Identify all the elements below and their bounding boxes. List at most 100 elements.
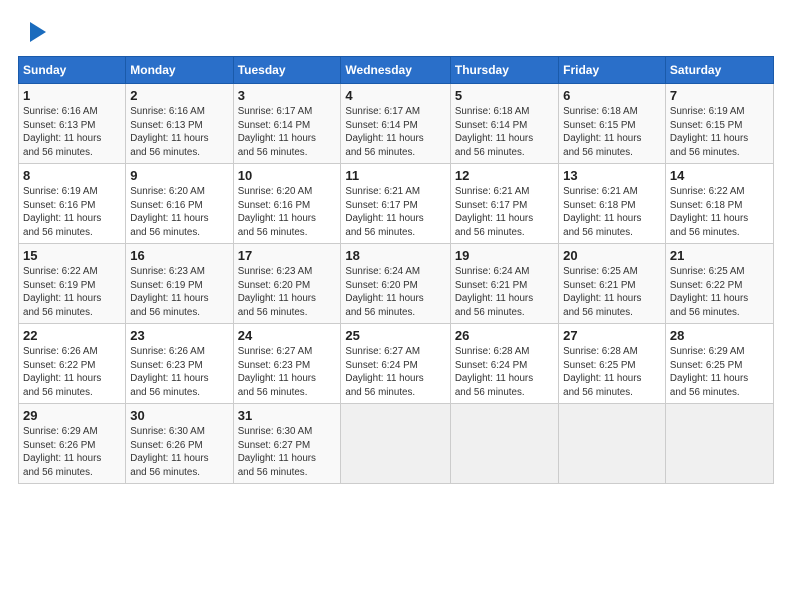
day-info: Sunrise: 6:18 AMSunset: 6:14 PMDaylight:… (455, 106, 533, 158)
day-info: Sunrise: 6:23 AMSunset: 6:19 PMDaylight:… (130, 266, 208, 318)
calendar-cell: 9 Sunrise: 6:20 AMSunset: 6:16 PMDayligh… (126, 164, 233, 244)
day-number: 26 (455, 328, 554, 343)
day-info: Sunrise: 6:22 AMSunset: 6:19 PMDaylight:… (23, 266, 101, 318)
day-info: Sunrise: 6:28 AMSunset: 6:24 PMDaylight:… (455, 346, 533, 398)
day-header-friday: Friday (559, 57, 666, 84)
calendar-week-row: 29 Sunrise: 6:29 AMSunset: 6:26 PMDaylig… (19, 404, 774, 484)
day-info: Sunrise: 6:30 AMSunset: 6:26 PMDaylight:… (130, 426, 208, 478)
calendar-cell: 31 Sunrise: 6:30 AMSunset: 6:27 PMDaylig… (233, 404, 341, 484)
calendar-cell: 30 Sunrise: 6:30 AMSunset: 6:26 PMDaylig… (126, 404, 233, 484)
calendar-cell: 17 Sunrise: 6:23 AMSunset: 6:20 PMDaylig… (233, 244, 341, 324)
day-number: 2 (130, 88, 228, 103)
day-info: Sunrise: 6:19 AMSunset: 6:15 PMDaylight:… (670, 106, 748, 158)
calendar-cell: 22 Sunrise: 6:26 AMSunset: 6:22 PMDaylig… (19, 324, 126, 404)
calendar: SundayMondayTuesdayWednesdayThursdayFrid… (18, 56, 774, 484)
day-number: 30 (130, 408, 228, 423)
day-header-thursday: Thursday (450, 57, 558, 84)
calendar-cell: 21 Sunrise: 6:25 AMSunset: 6:22 PMDaylig… (665, 244, 773, 324)
calendar-cell: 5 Sunrise: 6:18 AMSunset: 6:14 PMDayligh… (450, 84, 558, 164)
day-number: 17 (238, 248, 337, 263)
day-number: 7 (670, 88, 769, 103)
day-number: 22 (23, 328, 121, 343)
day-number: 29 (23, 408, 121, 423)
day-info: Sunrise: 6:22 AMSunset: 6:18 PMDaylight:… (670, 186, 748, 238)
day-number: 23 (130, 328, 228, 343)
day-number: 10 (238, 168, 337, 183)
day-info: Sunrise: 6:16 AMSunset: 6:13 PMDaylight:… (130, 106, 208, 158)
calendar-cell (665, 404, 773, 484)
day-number: 4 (345, 88, 445, 103)
day-number: 12 (455, 168, 554, 183)
day-number: 6 (563, 88, 661, 103)
day-info: Sunrise: 6:18 AMSunset: 6:15 PMDaylight:… (563, 106, 641, 158)
day-info: Sunrise: 6:16 AMSunset: 6:13 PMDaylight:… (23, 106, 101, 158)
day-header-monday: Monday (126, 57, 233, 84)
day-number: 31 (238, 408, 337, 423)
calendar-week-row: 8 Sunrise: 6:19 AMSunset: 6:16 PMDayligh… (19, 164, 774, 244)
calendar-header-row: SundayMondayTuesdayWednesdayThursdayFrid… (19, 57, 774, 84)
day-number: 19 (455, 248, 554, 263)
calendar-cell: 19 Sunrise: 6:24 AMSunset: 6:21 PMDaylig… (450, 244, 558, 324)
day-info: Sunrise: 6:26 AMSunset: 6:22 PMDaylight:… (23, 346, 101, 398)
day-info: Sunrise: 6:25 AMSunset: 6:21 PMDaylight:… (563, 266, 641, 318)
calendar-cell: 8 Sunrise: 6:19 AMSunset: 6:16 PMDayligh… (19, 164, 126, 244)
calendar-cell: 11 Sunrise: 6:21 AMSunset: 6:17 PMDaylig… (341, 164, 450, 244)
day-number: 20 (563, 248, 661, 263)
day-number: 27 (563, 328, 661, 343)
header (18, 18, 774, 46)
calendar-cell: 6 Sunrise: 6:18 AMSunset: 6:15 PMDayligh… (559, 84, 666, 164)
calendar-cell: 7 Sunrise: 6:19 AMSunset: 6:15 PMDayligh… (665, 84, 773, 164)
day-number: 18 (345, 248, 445, 263)
calendar-cell: 29 Sunrise: 6:29 AMSunset: 6:26 PMDaylig… (19, 404, 126, 484)
calendar-cell (450, 404, 558, 484)
calendar-week-row: 1 Sunrise: 6:16 AMSunset: 6:13 PMDayligh… (19, 84, 774, 164)
calendar-cell: 24 Sunrise: 6:27 AMSunset: 6:23 PMDaylig… (233, 324, 341, 404)
day-number: 21 (670, 248, 769, 263)
day-header-saturday: Saturday (665, 57, 773, 84)
logo (18, 18, 48, 46)
day-number: 24 (238, 328, 337, 343)
day-number: 25 (345, 328, 445, 343)
calendar-cell: 12 Sunrise: 6:21 AMSunset: 6:17 PMDaylig… (450, 164, 558, 244)
day-info: Sunrise: 6:21 AMSunset: 6:17 PMDaylight:… (455, 186, 533, 238)
day-number: 8 (23, 168, 121, 183)
day-info: Sunrise: 6:20 AMSunset: 6:16 PMDaylight:… (238, 186, 316, 238)
day-number: 5 (455, 88, 554, 103)
day-info: Sunrise: 6:25 AMSunset: 6:22 PMDaylight:… (670, 266, 748, 318)
calendar-cell: 15 Sunrise: 6:22 AMSunset: 6:19 PMDaylig… (19, 244, 126, 324)
calendar-cell: 25 Sunrise: 6:27 AMSunset: 6:24 PMDaylig… (341, 324, 450, 404)
day-info: Sunrise: 6:27 AMSunset: 6:23 PMDaylight:… (238, 346, 316, 398)
day-info: Sunrise: 6:24 AMSunset: 6:21 PMDaylight:… (455, 266, 533, 318)
day-number: 1 (23, 88, 121, 103)
calendar-cell: 4 Sunrise: 6:17 AMSunset: 6:14 PMDayligh… (341, 84, 450, 164)
day-header-tuesday: Tuesday (233, 57, 341, 84)
day-number: 15 (23, 248, 121, 263)
day-header-wednesday: Wednesday (341, 57, 450, 84)
day-info: Sunrise: 6:30 AMSunset: 6:27 PMDaylight:… (238, 426, 316, 478)
day-info: Sunrise: 6:29 AMSunset: 6:26 PMDaylight:… (23, 426, 101, 478)
calendar-cell: 27 Sunrise: 6:28 AMSunset: 6:25 PMDaylig… (559, 324, 666, 404)
page: SundayMondayTuesdayWednesdayThursdayFrid… (0, 0, 792, 612)
calendar-cell: 3 Sunrise: 6:17 AMSunset: 6:14 PMDayligh… (233, 84, 341, 164)
calendar-week-row: 22 Sunrise: 6:26 AMSunset: 6:22 PMDaylig… (19, 324, 774, 404)
day-info: Sunrise: 6:29 AMSunset: 6:25 PMDaylight:… (670, 346, 748, 398)
calendar-cell: 10 Sunrise: 6:20 AMSunset: 6:16 PMDaylig… (233, 164, 341, 244)
calendar-cell: 1 Sunrise: 6:16 AMSunset: 6:13 PMDayligh… (19, 84, 126, 164)
day-info: Sunrise: 6:17 AMSunset: 6:14 PMDaylight:… (238, 106, 316, 158)
day-info: Sunrise: 6:23 AMSunset: 6:20 PMDaylight:… (238, 266, 316, 318)
calendar-cell: 13 Sunrise: 6:21 AMSunset: 6:18 PMDaylig… (559, 164, 666, 244)
day-info: Sunrise: 6:17 AMSunset: 6:14 PMDaylight:… (345, 106, 423, 158)
day-number: 11 (345, 168, 445, 183)
day-number: 3 (238, 88, 337, 103)
calendar-cell (559, 404, 666, 484)
day-number: 28 (670, 328, 769, 343)
day-info: Sunrise: 6:28 AMSunset: 6:25 PMDaylight:… (563, 346, 641, 398)
day-info: Sunrise: 6:21 AMSunset: 6:17 PMDaylight:… (345, 186, 423, 238)
day-info: Sunrise: 6:20 AMSunset: 6:16 PMDaylight:… (130, 186, 208, 238)
calendar-week-row: 15 Sunrise: 6:22 AMSunset: 6:19 PMDaylig… (19, 244, 774, 324)
day-number: 16 (130, 248, 228, 263)
day-number: 14 (670, 168, 769, 183)
logo-icon (20, 18, 48, 46)
day-number: 9 (130, 168, 228, 183)
calendar-cell: 26 Sunrise: 6:28 AMSunset: 6:24 PMDaylig… (450, 324, 558, 404)
